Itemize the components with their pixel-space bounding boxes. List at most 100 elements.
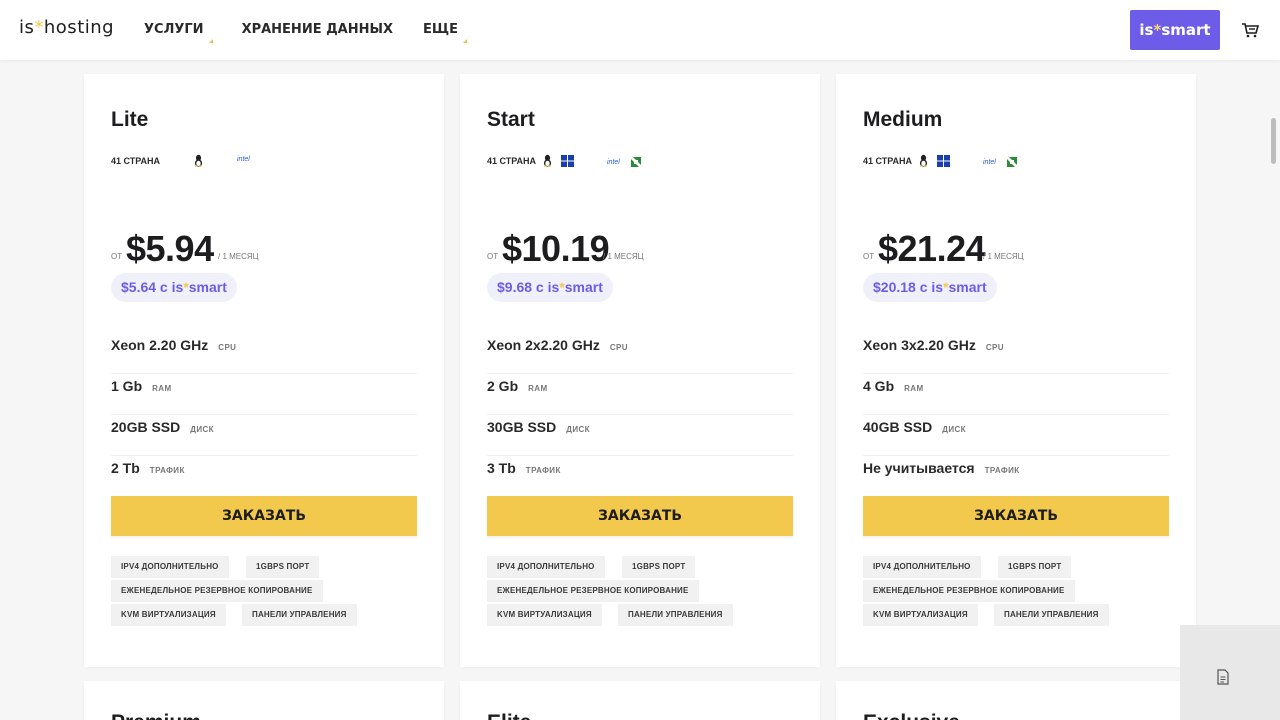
plan-countries: 41 СТРАНА [487, 156, 536, 166]
smart-button-suffix: smart [1161, 21, 1211, 39]
amd-icon [630, 157, 641, 167]
amd-icon [1006, 157, 1017, 167]
page-scrollbar[interactable] [1271, 118, 1276, 164]
intel-icon: intel [237, 156, 250, 163]
spec-label: ДИСК [566, 425, 590, 434]
feature-tag: ПАНЕЛИ УПРАВЛЕНИЯ [994, 604, 1109, 626]
plan-name: Elite [487, 711, 531, 720]
plan-card-elite: Elite [460, 681, 820, 720]
logo-suffix: hosting [43, 17, 115, 38]
smart-price-suffix: smart [564, 279, 603, 295]
spec-value: 40GB SSD [863, 419, 933, 435]
feature-tag: 1GBPS ПОРТ [246, 556, 320, 578]
cpu-icons: intel [983, 156, 1018, 168]
spec-value: 20GB SSD [111, 419, 181, 435]
plan-name: Premium [111, 711, 201, 720]
smart-price-badge: $5.64 с is*smart [111, 273, 237, 302]
smart-button-prefix: is [1139, 21, 1154, 39]
order-button[interactable]: ЗАКАЗАТЬ [111, 496, 417, 536]
logo-star: * [34, 17, 44, 38]
site-logo[interactable]: is*hosting [19, 17, 114, 38]
spec-value: 2 Gb [487, 378, 519, 394]
spec-disk: 30GB SSD ДИСК [487, 415, 793, 456]
spec-traffic: Не учитывается ТРАФИК [863, 456, 1169, 497]
intel-icon: intel [983, 158, 996, 166]
spec-disk: 40GB SSD ДИСК [863, 415, 1169, 456]
plan-name: Start [487, 108, 535, 131]
plan-countries: 41 СТРАНА [111, 156, 160, 166]
plan-name: Exclusive [863, 711, 960, 720]
spec-traffic: 3 Tb ТРАФИК [487, 456, 793, 497]
spec-value: 1 Gb [111, 378, 143, 394]
side-widget[interactable] [1180, 625, 1280, 720]
cart-icon[interactable] [1240, 20, 1260, 40]
feature-tag: KVM ВИРТУАЛИЗАЦИЯ [863, 604, 978, 626]
plan-card-medium: Medium 41 СТРАНА intel ОТ $21.24 / 1 МЕС… [836, 74, 1196, 667]
nav-item-more[interactable]: ЕЩЕ [423, 22, 467, 43]
spec-value: Xeon 3x2.20 GHz [863, 337, 976, 353]
plan-card-premium: Premium [84, 681, 444, 720]
price-from-label: ОТ [863, 252, 875, 261]
feature-tag: ЕЖЕНЕДЕЛЬНОЕ РЕЗЕРВНОЕ КОПИРОВАНИЕ [111, 580, 323, 602]
plan-name: Medium [863, 108, 943, 131]
feature-tag: 1GBPS ПОРТ [622, 556, 696, 578]
spec-label: RAM [528, 384, 548, 393]
smart-price-text: $20.18 с is [873, 279, 944, 295]
plan-price: $21.24 [878, 228, 986, 269]
spec-label: ДИСК [190, 425, 214, 434]
spec-value: 4 Gb [863, 378, 895, 394]
price-from-label: ОТ [487, 252, 499, 261]
caret-icon [463, 39, 467, 43]
spec-disk: 20GB SSD ДИСК [111, 415, 417, 456]
price-period: / 1 МЕСЯЦ [218, 252, 259, 261]
feature-tag: ЕЖЕНЕДЕЛЬНОЕ РЕЗЕРВНОЕ КОПИРОВАНИЕ [863, 580, 1075, 602]
spec-label: RAM [904, 384, 924, 393]
is-smart-button[interactable]: is*smart [1130, 10, 1220, 50]
nav-item-services[interactable]: УСЛУГИ [144, 22, 213, 43]
plan-name: Lite [111, 108, 149, 131]
smart-price-suffix: smart [188, 279, 227, 295]
nav-item-label: УСЛУГИ [144, 22, 204, 37]
spec-label: CPU [218, 343, 237, 352]
spec-value: Xeon 2.20 GHz [111, 337, 209, 353]
spec-label: ТРАФИК [525, 466, 561, 475]
plan-card-lite: Lite 41 СТРАНА intel ОТ $5.94 / 1 МЕСЯЦ … [84, 74, 444, 667]
smart-price-badge: $9.68 с is*smart [487, 273, 613, 302]
spec-label: RAM [152, 384, 172, 393]
feature-tag: IPV4 ДОПОЛНИТЕЛЬНО [111, 556, 229, 578]
spec-ram: 1 Gb RAM [111, 374, 417, 415]
spec-cpu: Xeon 2.20 GHz CPU [111, 333, 417, 374]
feature-tag: 1GBPS ПОРТ [998, 556, 1072, 578]
spec-cpu: Xeon 2x2.20 GHz CPU [487, 333, 793, 374]
spec-value: 3 Tb [487, 460, 516, 476]
smart-price-text: $5.64 с is [121, 279, 184, 295]
windows-icon [561, 154, 574, 167]
feature-tag: KVM ВИРТУАЛИЗАЦИЯ [487, 604, 602, 626]
os-icons [542, 154, 582, 167]
spec-label: ТРАФИК [149, 466, 185, 475]
spec-traffic: 2 Tb ТРАФИК [111, 456, 417, 497]
spec-ram: 2 Gb RAM [487, 374, 793, 415]
plan-card-exclusive: Exclusive [836, 681, 1196, 720]
order-button[interactable]: ЗАКАЗАТЬ [863, 496, 1169, 536]
price-period: / 1 МЕСЯЦ [603, 252, 644, 261]
price-period: / 1 МЕСЯЦ [983, 252, 1024, 261]
main-nav: УСЛУГИ ХРАНЕНИЕ ДАННЫХ ЕЩЕ [144, 22, 496, 43]
order-button[interactable]: ЗАКАЗАТЬ [487, 496, 793, 536]
spec-value: Не учитывается [863, 460, 975, 476]
logo-prefix: is [19, 17, 35, 38]
spec-value: 2 Tb [111, 460, 140, 476]
document-icon[interactable] [1216, 669, 1230, 685]
plan-price: $5.94 [126, 228, 214, 269]
feature-tag: ЕЖЕНЕДЕЛЬНОЕ РЕЗЕРВНОЕ КОПИРОВАНИЕ [487, 580, 699, 602]
nav-item-storage[interactable]: ХРАНЕНИЕ ДАННЫХ [242, 22, 393, 37]
feature-tag: ПАНЕЛИ УПРАВЛЕНИЯ [618, 604, 733, 626]
cpu-icons: intel [607, 156, 642, 168]
feature-tag: IPV4 ДОПОЛНИТЕЛЬНО [863, 556, 981, 578]
spec-ram: 4 Gb RAM [863, 374, 1169, 415]
spec-label: ДИСК [942, 425, 966, 434]
linux-icon [194, 154, 203, 167]
spec-label: CPU [609, 343, 628, 352]
cpu-icons: intel [237, 156, 260, 163]
spec-value: Xeon 2x2.20 GHz [487, 337, 600, 353]
